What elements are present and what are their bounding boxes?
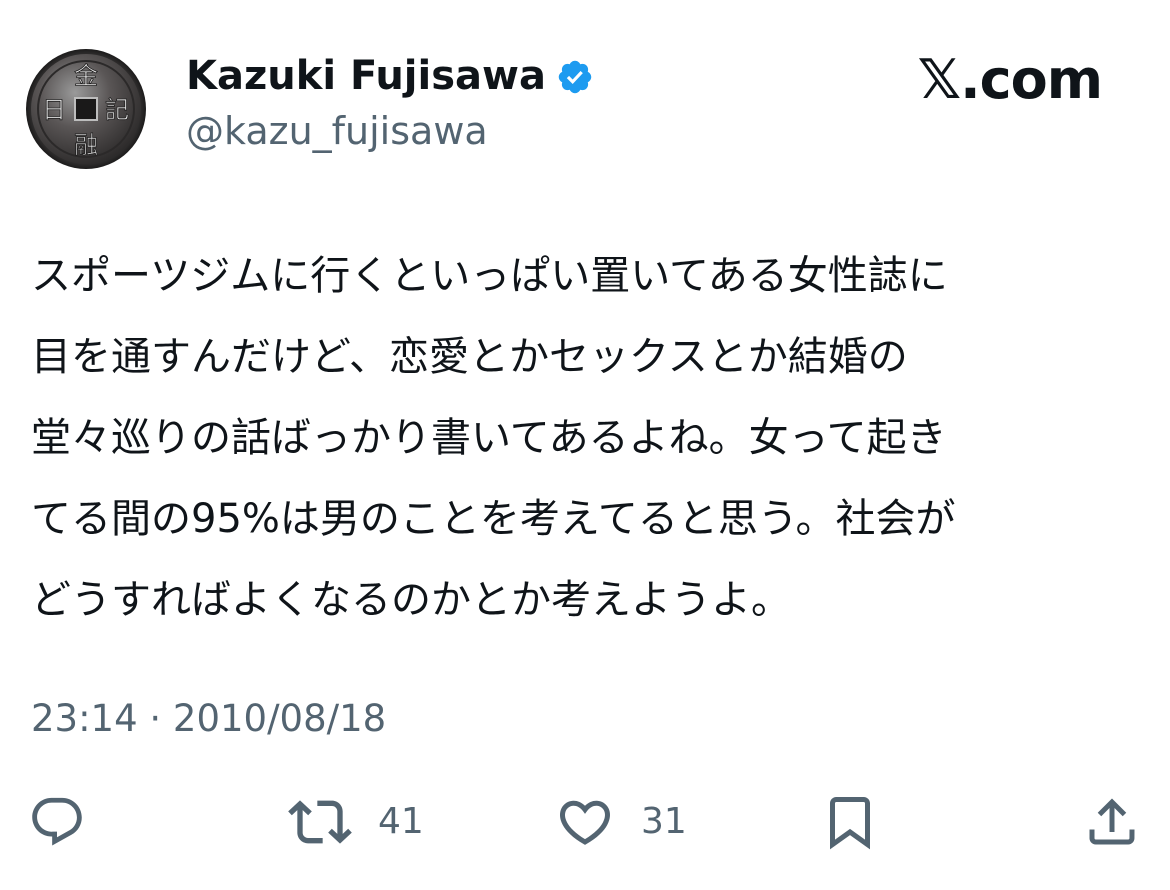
author-name-row[interactable]: Kazuki Fujisawa — [186, 50, 594, 102]
retweet-button[interactable]: 41 — [288, 790, 424, 854]
coin-avatar-icon: 金 記 融 日 — [25, 48, 147, 170]
retweet-count: 41 — [378, 801, 424, 842]
author-handle[interactable]: @kazu_fujisawa — [186, 106, 488, 156]
like-button[interactable]: 31 — [555, 790, 687, 854]
author-display-name[interactable]: Kazuki Fujisawa — [186, 50, 546, 102]
tweet-line: てる間の95%は男のことを考えてると思う。社会が — [31, 496, 956, 542]
like-count: 31 — [641, 801, 687, 842]
retweet-icon — [288, 800, 352, 844]
avatar-char-bottom: 融 — [74, 131, 98, 159]
tweet-timestamp[interactable]: 23:14 · 2010/08/18 — [31, 696, 386, 742]
avatar-char-right: 記 — [105, 96, 129, 124]
reply-button[interactable] — [28, 790, 86, 854]
heart-icon — [559, 800, 611, 845]
action-bar: 41 31 — [0, 790, 1170, 854]
reply-icon — [32, 797, 82, 846]
tweet-line: どうすればよくなるのかとか考えようよ。 — [31, 577, 791, 623]
tweet-line: 目を通すんだけど、恋愛とかセックスとか結婚の — [31, 334, 908, 380]
tweet-line: 堂々巡りの話ばっかり書いてあるよね。女って起き — [31, 415, 947, 461]
verified-badge-icon — [556, 57, 594, 95]
avatar-char-left: 日 — [42, 96, 66, 124]
bookmark-button[interactable] — [820, 790, 880, 854]
share-icon — [1089, 798, 1135, 845]
tweet-text: スポーツジムに行くといっぱい置いてある女性誌に 目を通すんだけど、恋愛とかセック… — [31, 236, 1141, 641]
avatar[interactable]: 金 記 融 日 — [25, 48, 147, 170]
tweet-line: スポーツジムに行くといっぱい置いてある女性誌に — [31, 253, 948, 299]
avatar-char-top: 金 — [74, 62, 98, 90]
bookmark-icon — [830, 797, 870, 850]
share-button[interactable] — [1082, 790, 1142, 854]
x-com-logo: 𝕏.com — [917, 48, 1103, 111]
